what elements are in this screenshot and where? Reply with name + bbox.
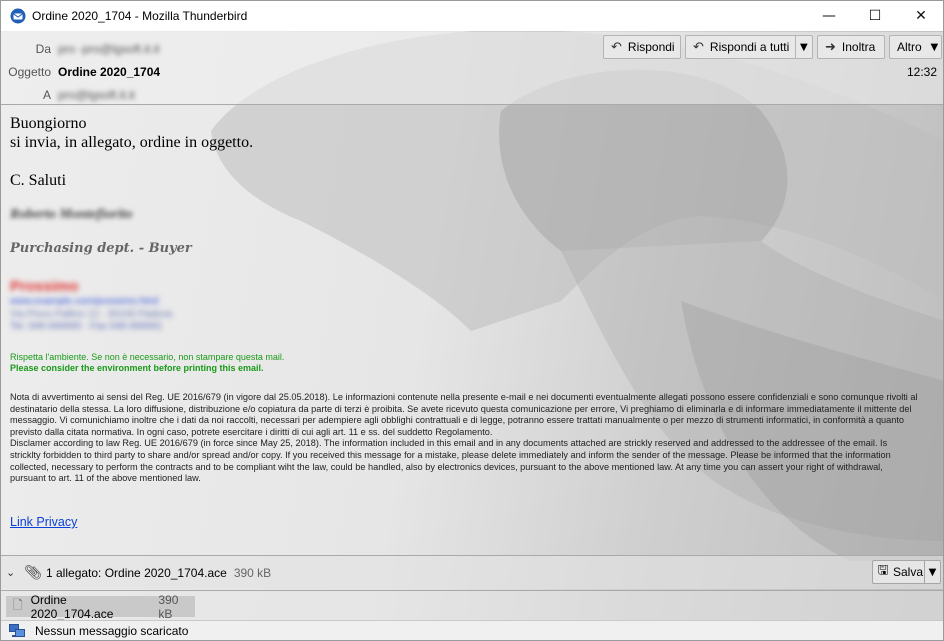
more-label: Altro bbox=[897, 40, 922, 54]
paperclip-icon: 📎︎ bbox=[24, 564, 42, 581]
more-button[interactable]: Altro ▼ bbox=[889, 35, 942, 59]
attachment-size: 390 kB bbox=[158, 592, 179, 621]
company-link[interactable]: www.example.com/prossimo.html bbox=[10, 296, 158, 307]
close-icon: ✕ bbox=[915, 8, 927, 24]
company-logo: Prossimo bbox=[10, 278, 79, 295]
file-icon: 🗋 bbox=[13, 598, 23, 612]
body-closing: C. Saluti bbox=[10, 172, 67, 189]
environment-note-en: Please consider the environment before p… bbox=[10, 363, 264, 373]
reply-label: Rispondi bbox=[627, 40, 675, 54]
title-bar: Ordine 2020_1704 - Mozilla Thunderbird —… bbox=[1, 1, 943, 31]
subject-label: Oggetto bbox=[8, 65, 51, 79]
attachment-summary[interactable]: 1 allegato: Ordine 2020_1704.ace bbox=[46, 566, 227, 580]
save-attachments-button[interactable]: 🖫 Salva ▼ bbox=[872, 560, 941, 584]
forward-button[interactable]: ➜ Inoltra bbox=[817, 35, 885, 59]
subject-value: Ordine 2020_1704 bbox=[58, 65, 161, 79]
message-body: Buongiorno si invia, in allegato, ordine… bbox=[1, 106, 943, 554]
company-contacts: Tel. 049 000000 · Fax 049 000001 bbox=[10, 321, 163, 332]
reply-all-button[interactable]: ↶ Rispondi a tutti ▼ bbox=[685, 35, 813, 59]
message-header: Da pro -pro@lgsoft.it.it Oggetto Ordine … bbox=[1, 32, 943, 105]
privacy-link[interactable]: Link Privacy bbox=[10, 515, 77, 529]
signature-name: Roberto Montefiorito bbox=[10, 207, 133, 222]
attachment-list: 🗋 Ordine 2020_1704.ace 390 kB bbox=[1, 590, 943, 621]
chevron-down-icon: ▼ bbox=[930, 41, 939, 53]
attachment-item[interactable]: 🗋 Ordine 2020_1704.ace 390 kB bbox=[6, 593, 195, 621]
reply-button[interactable]: ↶ Rispondi bbox=[603, 35, 681, 59]
body-greeting: Buongiorno bbox=[10, 115, 87, 132]
attachment-bar: ⌄ 📎︎ 1 allegato: Ordine 2020_1704.ace 39… bbox=[1, 555, 943, 589]
thunderbird-window: Ordine 2020_1704 - Mozilla Thunderbird —… bbox=[0, 0, 944, 641]
window-title: Ordine 2020_1704 - Mozilla Thunderbird bbox=[32, 9, 248, 23]
to-value[interactable]: pro@lgsoft.it.it bbox=[58, 88, 135, 102]
reply-icon: ↶ bbox=[611, 39, 622, 55]
from-label: Da bbox=[35, 42, 51, 56]
legal-disclaimer: Nota di avvertimento ai sensi del Reg. U… bbox=[10, 392, 920, 485]
chevron-down-icon[interactable]: ⌄ bbox=[6, 566, 15, 579]
to-label: A bbox=[42, 88, 51, 102]
company-address: Via Pinco Pallino 12 - 35100 Padova bbox=[10, 309, 173, 320]
environment-note-it: Rispetta l'ambiente. Se non è necessario… bbox=[10, 352, 285, 362]
save-label: Salva bbox=[893, 565, 924, 579]
attachment-name: Ordine 2020_1704.ace bbox=[30, 592, 114, 621]
close-button[interactable]: ✕ bbox=[898, 1, 943, 31]
maximize-button[interactable]: ☐ bbox=[852, 1, 898, 31]
minimize-icon: — bbox=[822, 8, 836, 24]
signature-dept: Purchasing dept. - Buyer bbox=[10, 241, 192, 256]
thunderbird-icon bbox=[10, 8, 26, 24]
forward-label: Inoltra bbox=[841, 40, 876, 54]
status-text: Nessun messaggio scaricato bbox=[35, 624, 189, 638]
message-time: 12:32 bbox=[906, 65, 937, 79]
chevron-down-icon[interactable]: ▼ bbox=[924, 561, 940, 583]
disclaimer-en: Disclamer according to law Reg. UE 2016/… bbox=[10, 438, 891, 484]
reply-all-icon: ↶ bbox=[693, 39, 704, 55]
chevron-down-icon[interactable]: ▼ bbox=[795, 36, 811, 58]
forward-icon: ➜ bbox=[825, 39, 836, 55]
attachment-summary-size: 390 kB bbox=[233, 565, 272, 580]
from-value[interactable]: pro -pro@lgsoft.it.it bbox=[58, 42, 160, 56]
reply-all-label: Rispondi a tutti bbox=[709, 40, 790, 54]
disclaimer-it: Nota di avvertimento ai sensi del Reg. U… bbox=[10, 392, 918, 437]
body-line: si invia, in allegato, ordine in oggetto… bbox=[10, 134, 254, 151]
status-bar: Nessun messaggio scaricato bbox=[1, 620, 943, 640]
maximize-icon: ☐ bbox=[868, 8, 882, 24]
save-icon: 🖫 bbox=[877, 563, 889, 578]
minimize-button[interactable]: — bbox=[806, 1, 852, 31]
offline-status-icon[interactable] bbox=[9, 624, 25, 638]
